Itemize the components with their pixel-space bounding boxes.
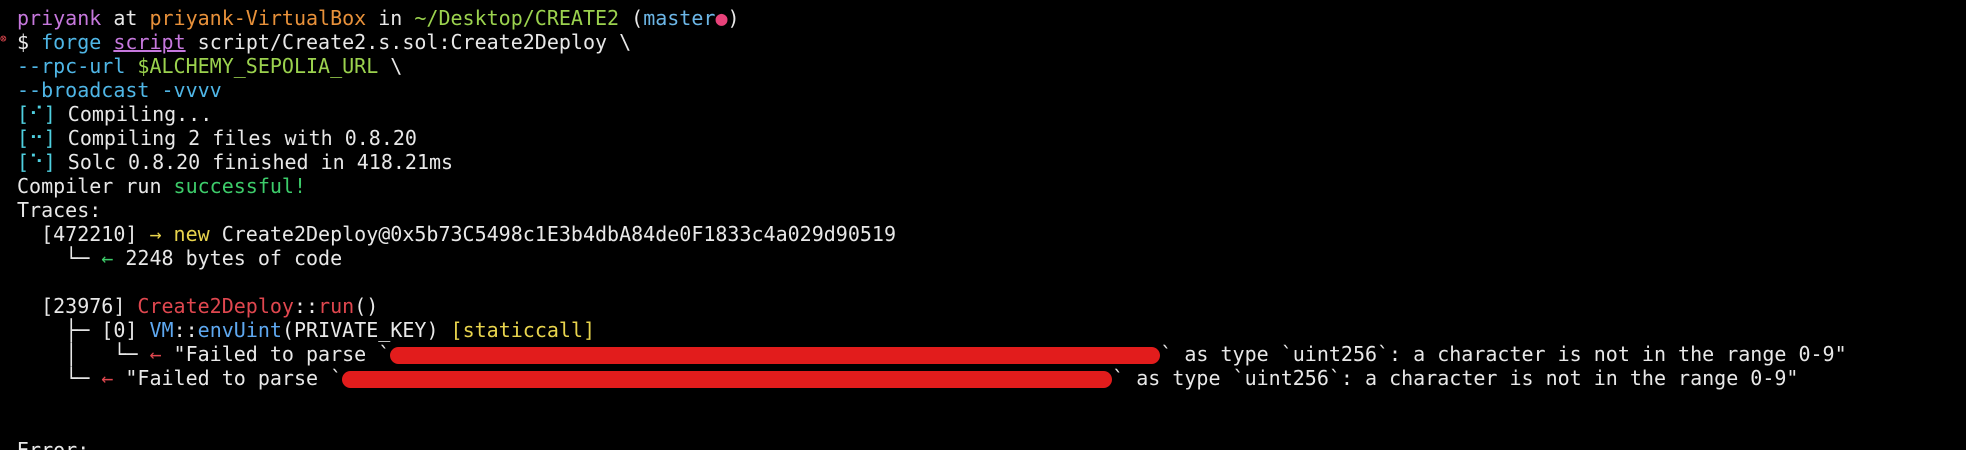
output-solc-finished: [⠑] Solc 0.8.20 finished in 418.21ms bbox=[17, 150, 453, 174]
call-args: (PRIVATE_KEY) bbox=[281, 318, 451, 342]
command-dollar: $ bbox=[17, 30, 42, 54]
traces-label: Traces: bbox=[17, 198, 102, 222]
git-dirty-icon: ● bbox=[715, 6, 728, 30]
error-prefix: "Failed to parse ` bbox=[161, 342, 391, 366]
spinner-icon: [⠒] bbox=[17, 126, 56, 150]
tree-branch: ├─ bbox=[17, 318, 102, 342]
command-continuation-rpc[interactable]: --rpc-url $ALCHEMY_SEPOLIA_URL \ bbox=[17, 54, 402, 78]
rpc-url-flag: --rpc-url bbox=[17, 54, 138, 78]
prompt-host: priyank-VirtualBox bbox=[149, 6, 367, 30]
command-line[interactable]: $ forge script script/Create2.s.sol:Crea… bbox=[17, 30, 631, 54]
prompt-user: priyank bbox=[17, 6, 102, 30]
trace-create: [472210] → new Create2Deploy@0x5b73C5498… bbox=[17, 222, 896, 246]
error-status-icon: ⊗ bbox=[0, 32, 7, 45]
error-prefix: "Failed to parse ` bbox=[113, 366, 343, 390]
trace-parens: () bbox=[354, 294, 379, 318]
shell-prompt: priyank at priyank-VirtualBox in ~/Deskt… bbox=[17, 6, 740, 30]
prompt-branch: master bbox=[643, 6, 716, 30]
trace-return-text: 2248 bytes of code bbox=[113, 246, 343, 270]
trace-sep: :: bbox=[293, 294, 319, 318]
call-contract: VM bbox=[149, 318, 174, 342]
trace-run-revert: └─ ← "Failed to parse ` ` as type `uint25… bbox=[17, 366, 1798, 390]
output-compiling-files: [⠒] Compiling 2 files with 0.8.20 bbox=[17, 126, 417, 150]
revert-arrow-icon: ← bbox=[149, 342, 162, 366]
output-compiler-run: Compiler run successful! bbox=[17, 174, 306, 198]
tree-branch: └─ bbox=[17, 366, 102, 390]
compiling-files-text: Compiling 2 files with 0.8.20 bbox=[55, 126, 417, 150]
trace-contract: Create2Deploy bbox=[137, 294, 294, 318]
spinner-icon: [⠊] bbox=[17, 102, 56, 126]
trace-call-arrow: → new bbox=[149, 222, 210, 246]
solc-finished-text: Solc 0.8.20 finished in 418.21ms bbox=[55, 150, 454, 174]
trace-staticcall: ├─ [0] VM::envUint(PRIVATE_KEY) [staticc… bbox=[17, 318, 595, 342]
prompt-path: ~/Desktop/CREATE2 bbox=[414, 6, 620, 30]
error-label: Error: bbox=[17, 438, 90, 450]
compiling-text: Compiling... bbox=[55, 102, 213, 126]
terminal-window[interactable]: ⊗ priyank at priyank-VirtualBox in ~/Des… bbox=[0, 0, 1966, 450]
redacted-private-key bbox=[390, 347, 1161, 364]
trace-gas: [23976] bbox=[17, 294, 138, 318]
call-function: envUint bbox=[197, 318, 282, 342]
tree-branch: │ └─ bbox=[17, 342, 150, 366]
trace-staticcall-return: │ └─ ← "Failed to parse ` ` as type `uint… bbox=[17, 342, 1847, 366]
broadcast-flags: --broadcast -vvvv bbox=[17, 78, 222, 102]
spinner-icon: [⠑] bbox=[17, 150, 56, 174]
compiler-run-prefix: Compiler run bbox=[17, 174, 174, 198]
trace-function: run bbox=[318, 294, 355, 318]
prompt-in: in bbox=[366, 6, 415, 30]
trace-create-return: └─ ← 2248 bytes of code bbox=[17, 246, 342, 270]
prompt-at: at bbox=[101, 6, 150, 30]
call-kind: [staticcall] bbox=[450, 318, 596, 342]
call-index: [0] bbox=[101, 318, 150, 342]
trace-target: Create2Deploy@0x5b73C5498c1E3b4dbA84de0F… bbox=[209, 222, 897, 246]
error-suffix: ` as type `uint256`: a character is not … bbox=[1112, 366, 1799, 390]
output-compiling: [⠊] Compiling... bbox=[17, 102, 212, 126]
command-tool: forge bbox=[41, 30, 102, 54]
command-continuation-broadcast[interactable]: --broadcast -vvvv bbox=[17, 78, 222, 102]
command-subcommand: script bbox=[113, 30, 186, 54]
prompt-branch-open: ( bbox=[619, 6, 644, 30]
revert-arrow-icon: ← bbox=[101, 366, 114, 390]
rpc-line-continuation: \ bbox=[378, 54, 403, 78]
redacted-private-key bbox=[342, 371, 1113, 388]
rpc-url-variable: $ALCHEMY_SEPOLIA_URL bbox=[137, 54, 379, 78]
error-suffix: ` as type `uint256`: a character is not … bbox=[1160, 342, 1847, 366]
call-sep: :: bbox=[173, 318, 198, 342]
tree-branch: └─ bbox=[17, 246, 102, 270]
trace-gas: [472210] bbox=[17, 222, 150, 246]
prompt-branch-close: ) bbox=[727, 6, 740, 30]
command-args: script/Create2.s.sol:Create2Deploy \ bbox=[185, 30, 632, 54]
trace-run: [23976] Create2Deploy::run() bbox=[17, 294, 378, 318]
compiler-run-status: successful! bbox=[173, 174, 306, 198]
return-arrow-icon: ← bbox=[101, 246, 114, 270]
